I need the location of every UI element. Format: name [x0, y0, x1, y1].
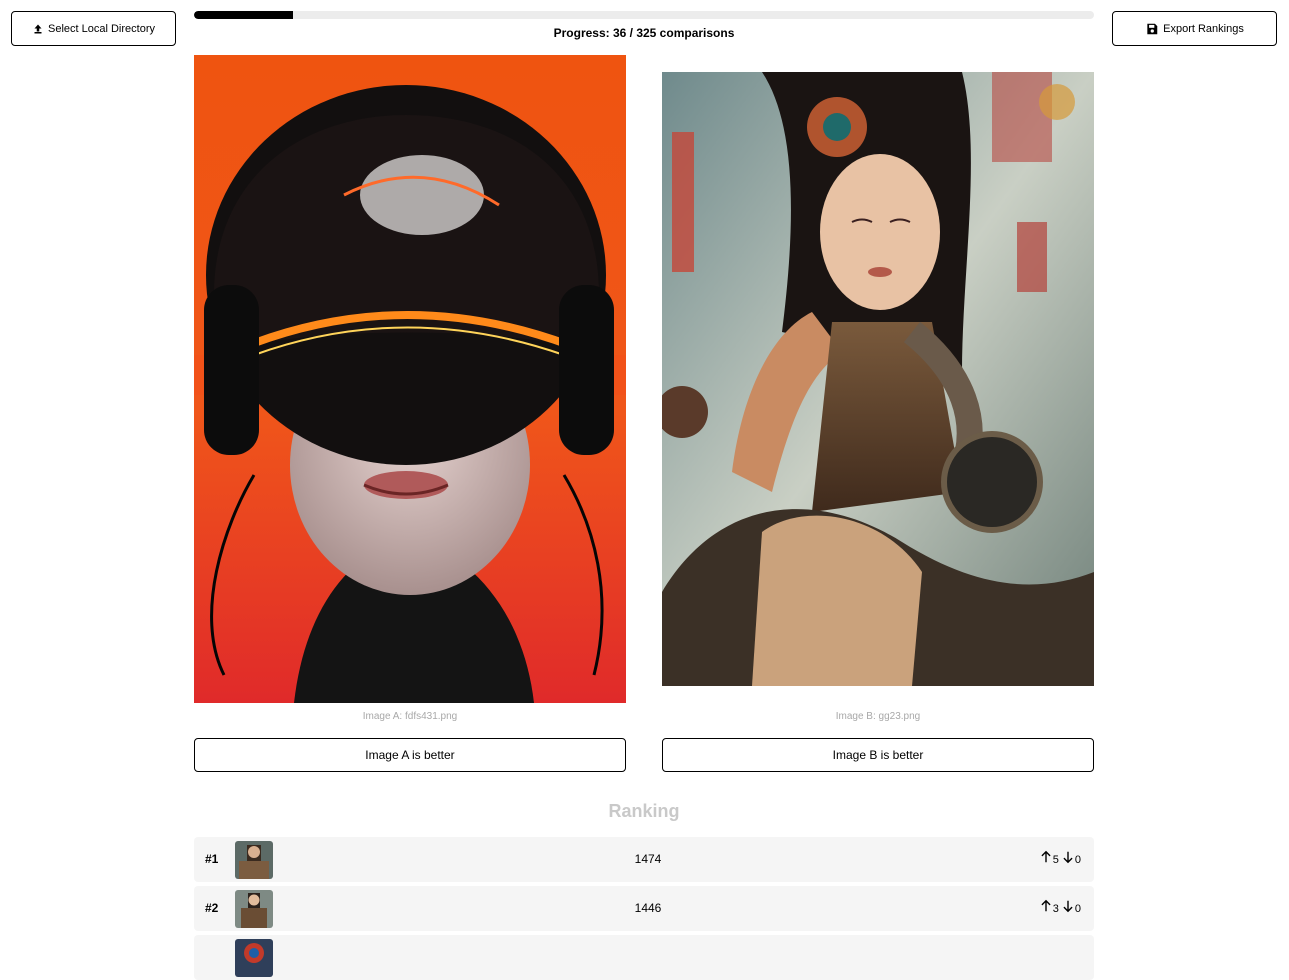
ranking-title: Ranking — [608, 801, 680, 821]
export-rankings-button[interactable]: Export Rankings — [1112, 11, 1277, 46]
select-directory-label: Select Local Directory — [48, 22, 155, 35]
select-directory-button[interactable]: Select Local Directory — [11, 11, 176, 46]
upload-icon — [32, 23, 44, 35]
image-b[interactable] — [662, 72, 1094, 686]
progress-bar — [194, 11, 1094, 19]
vote-counts: 3 0 — [1039, 899, 1083, 915]
ranking-row: #1 1474 5 0 — [194, 837, 1094, 882]
export-rankings-label: Export Rankings — [1163, 22, 1244, 35]
up-count: 5 — [1052, 854, 1059, 866]
image-a[interactable] — [194, 55, 626, 703]
ranking-row — [194, 935, 1094, 980]
progress-fill — [194, 11, 293, 19]
ranking-row: #2 1446 3 0 — [194, 886, 1094, 931]
image-a-caption: Image A: fdfs431.png — [362, 711, 458, 722]
up-count: 3 — [1052, 903, 1059, 915]
arrow-up-icon — [1039, 850, 1053, 864]
save-icon — [1145, 22, 1159, 36]
vote-counts: 5 0 — [1039, 850, 1083, 866]
rank-score: 1474 — [634, 852, 662, 866]
down-count: 0 — [1074, 854, 1081, 866]
rank-thumbnail — [235, 939, 273, 977]
image-b-caption: Image B: gg23.png — [835, 711, 921, 722]
down-count: 0 — [1074, 903, 1081, 915]
arrow-up-icon — [1039, 899, 1053, 913]
image-a-better-button[interactable]: Image A is better — [194, 738, 626, 772]
arrow-down-icon — [1061, 850, 1075, 864]
rank-score: 1446 — [634, 901, 662, 915]
progress-text: Progress: 36 / 325 comparisons — [553, 26, 735, 40]
arrow-down-icon — [1061, 899, 1075, 913]
image-b-better-button[interactable]: Image B is better — [662, 738, 1094, 772]
